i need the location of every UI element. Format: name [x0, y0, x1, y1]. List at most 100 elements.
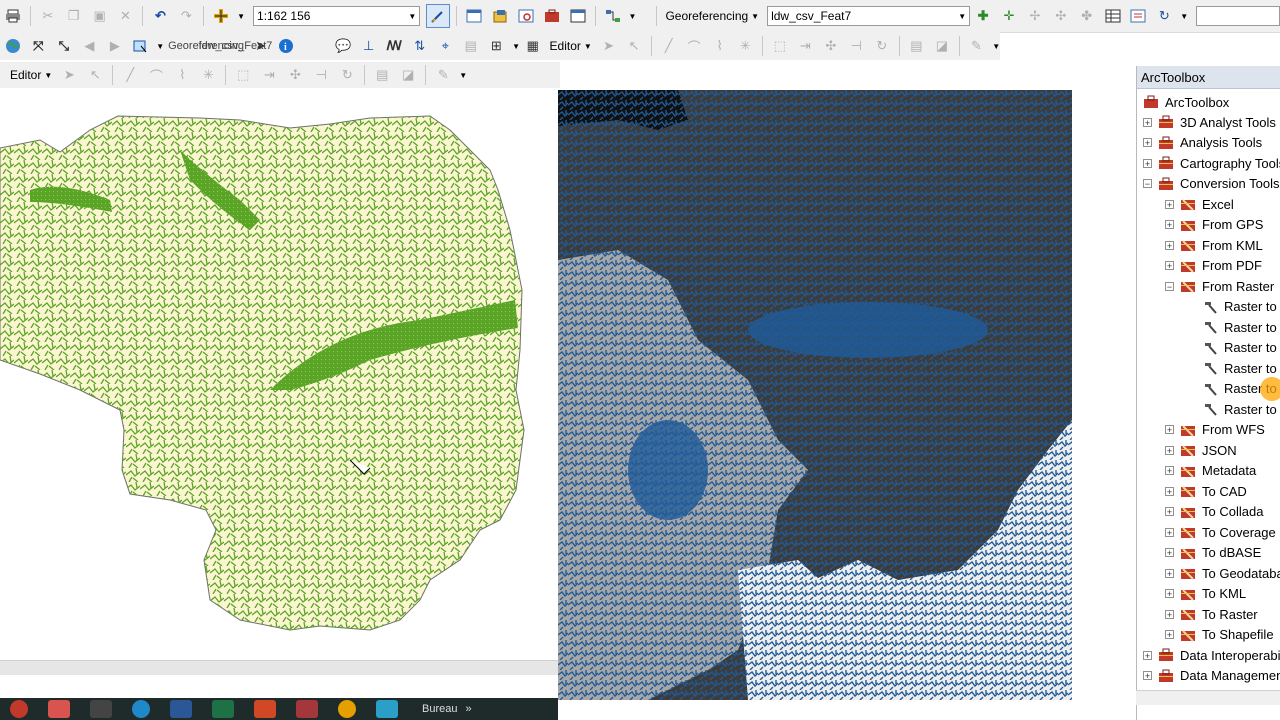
- tree-item[interactable]: + Metadata: [1165, 461, 1256, 481]
- tree-item[interactable]: + To Raster: [1165, 604, 1258, 624]
- collapse-icon[interactable]: −: [1165, 281, 1174, 291]
- attributes-icon[interactable]: ▤: [371, 64, 393, 86]
- tree-item[interactable]: Raster to: [1187, 297, 1277, 317]
- chevron-down-icon[interactable]: ▼: [408, 12, 416, 21]
- tree-item[interactable]: + From PDF: [1165, 256, 1262, 276]
- tree-item[interactable]: + Data Management Tools: [1143, 666, 1280, 686]
- word-icon[interactable]: [170, 700, 192, 718]
- expand-icon[interactable]: +: [1143, 671, 1152, 681]
- expand-icon[interactable]: +: [1165, 261, 1174, 271]
- toolbar-search-input[interactable]: [1196, 6, 1280, 26]
- model-builder-icon[interactable]: [602, 5, 624, 27]
- access-icon[interactable]: [296, 700, 318, 718]
- tree-item[interactable]: Raster to: [1187, 399, 1277, 419]
- split-icon[interactable]: ⊣: [310, 64, 332, 86]
- find-icon[interactable]: ꟿ: [383, 35, 405, 57]
- auto-adjust-icon[interactable]: ✛: [998, 5, 1020, 27]
- python-window-icon[interactable]: [567, 5, 589, 27]
- edit-vertices-icon[interactable]: ⬚: [232, 64, 254, 86]
- edit-annotation-icon[interactable]: ↖: [623, 35, 645, 57]
- tree-item[interactable]: − From Raster: [1165, 276, 1274, 296]
- expand-icon[interactable]: +: [1165, 609, 1174, 619]
- expand-icon[interactable]: +: [1165, 445, 1174, 455]
- tree-item[interactable]: + Cartography Tools: [1143, 153, 1280, 173]
- find-route-icon[interactable]: ⇅: [409, 35, 431, 57]
- expand-icon[interactable]: +: [1143, 650, 1152, 660]
- tree-root[interactable]: ArcToolbox: [1143, 92, 1229, 112]
- reshape-icon[interactable]: ⇥: [795, 35, 817, 57]
- tree-item[interactable]: + Data Interoperability Tools: [1143, 645, 1280, 665]
- tree-item[interactable]: + To Shapefile: [1165, 625, 1274, 645]
- view-link-table-icon[interactable]: [1102, 5, 1124, 27]
- zoom-out-extent-icon[interactable]: ⤡: [53, 35, 75, 57]
- select-features-icon[interactable]: [130, 35, 152, 57]
- powerpoint-icon[interactable]: [254, 700, 276, 718]
- expand-icon[interactable]: +: [1143, 158, 1152, 168]
- tree-item[interactable]: Raster to: [1187, 317, 1277, 337]
- globe-icon[interactable]: [2, 35, 24, 57]
- edit-annotation-icon[interactable]: ↖: [84, 64, 106, 86]
- reshape-icon[interactable]: ⇥: [258, 64, 280, 86]
- chrome-like-icon[interactable]: [10, 700, 28, 718]
- measure-icon[interactable]: ⊥: [358, 35, 380, 57]
- expand-icon[interactable]: +: [1165, 507, 1174, 517]
- snipping-tool-icon[interactable]: [48, 700, 70, 718]
- expand-icon[interactable]: +: [1165, 486, 1174, 496]
- straight-segment-icon[interactable]: ╱: [119, 64, 141, 86]
- expand-icon[interactable]: +: [1165, 466, 1174, 476]
- arctoolbox-icon[interactable]: [541, 5, 563, 27]
- explorer-icon[interactable]: [90, 700, 112, 718]
- collapse-icon[interactable]: −: [1143, 179, 1152, 189]
- chevron-down-icon[interactable]: ▼: [958, 12, 966, 21]
- expand-icon[interactable]: +: [1165, 589, 1174, 599]
- add-data-icon[interactable]: [210, 5, 232, 27]
- chevron-down-icon[interactable]: ▼: [459, 71, 467, 80]
- undo-icon[interactable]: ↶: [149, 5, 171, 27]
- expand-icon[interactable]: +: [1143, 138, 1152, 148]
- chevron-down-icon[interactable]: ▼: [629, 12, 637, 21]
- trace-icon[interactable]: ⌇: [709, 35, 731, 57]
- chevron-up-icon[interactable]: »: [465, 703, 471, 715]
- forward-extent-icon[interactable]: ▶: [104, 35, 126, 57]
- expand-icon[interactable]: +: [1143, 117, 1152, 127]
- tree-item[interactable]: + From KML: [1165, 235, 1263, 255]
- time-slider-icon[interactable]: ▤: [460, 35, 482, 57]
- cut-polygons-icon[interactable]: ✣: [284, 64, 306, 86]
- tree-item[interactable]: Raster to: [1187, 358, 1277, 378]
- tree-item[interactable]: Raster to: [1187, 338, 1277, 358]
- back-extent-icon[interactable]: ◀: [79, 35, 101, 57]
- editor-menu-2[interactable]: Editor ▼: [546, 39, 596, 53]
- expand-icon[interactable]: +: [1165, 568, 1174, 578]
- horizontal-scrollbar[interactable]: [0, 660, 558, 675]
- attributes-icon[interactable]: ▤: [906, 35, 928, 57]
- taskbar-desktop-label[interactable]: Bureau: [422, 703, 457, 715]
- update-icon[interactable]: ↻: [1153, 5, 1175, 27]
- expand-icon[interactable]: +: [1165, 527, 1174, 537]
- sketch-properties-icon[interactable]: ◪: [931, 35, 953, 57]
- paste-icon[interactable]: ▣: [89, 5, 111, 27]
- map-scale-combo[interactable]: 1:162 156 ▼: [253, 6, 421, 26]
- chevron-down-icon[interactable]: ▼: [992, 42, 1000, 51]
- end-point-arc-icon[interactable]: ⌒: [145, 64, 167, 86]
- expand-icon[interactable]: +: [1165, 630, 1174, 640]
- sketch-properties-icon[interactable]: ◪: [397, 64, 419, 86]
- tree-item[interactable]: + JSON: [1165, 440, 1237, 460]
- tree-item[interactable]: − Conversion Tools: [1143, 174, 1279, 194]
- rotate-edit-icon[interactable]: ↻: [336, 64, 358, 86]
- expand-icon[interactable]: +: [1165, 199, 1174, 209]
- add-control-points-icon[interactable]: ✚: [972, 5, 994, 27]
- full-extent-icon[interactable]: ⤧: [28, 35, 50, 57]
- trace-icon[interactable]: ⌇: [171, 64, 193, 86]
- tree-item[interactable]: + To Geodatabase: [1165, 563, 1280, 583]
- editor-toolbar-icon[interactable]: [426, 4, 451, 28]
- tree-item[interactable]: + To dBASE: [1165, 543, 1261, 563]
- rotate-icon[interactable]: ✢: [1024, 5, 1046, 27]
- print-icon[interactable]: [2, 5, 24, 27]
- layer-combo[interactable]: ldw_csv_Feat7 ▼: [767, 6, 971, 26]
- redo-icon[interactable]: ↷: [175, 5, 197, 27]
- table-of-contents-icon[interactable]: [463, 5, 485, 27]
- expand-icon[interactable]: +: [1165, 240, 1174, 250]
- tree-item[interactable]: +3D Analyst Tools: [1143, 112, 1276, 132]
- expand-icon[interactable]: +: [1165, 548, 1174, 558]
- georeferencing-menu[interactable]: Georeferencing ▼: [661, 9, 763, 23]
